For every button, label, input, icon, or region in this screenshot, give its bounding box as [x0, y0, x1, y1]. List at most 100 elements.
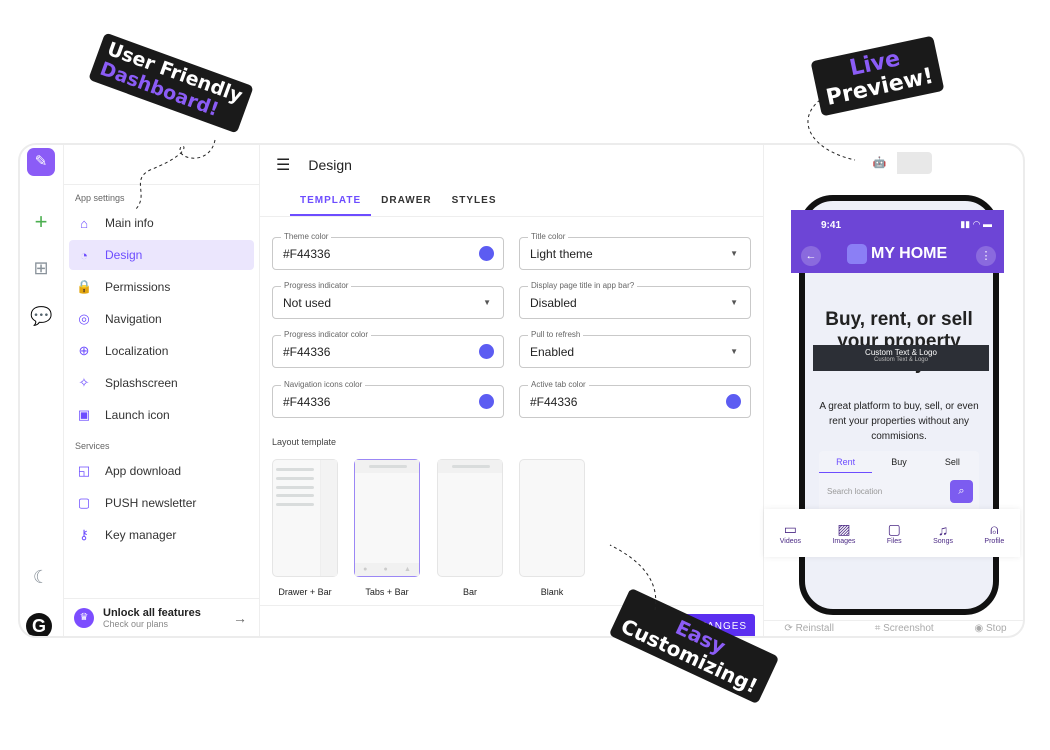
nav-profile[interactable]: ⍝ Profile [984, 521, 1004, 545]
sidebar-item-design[interactable]: ◔ Design [69, 240, 254, 270]
bottom-nav: ▭ Videos ▨ Images ▢ Files ♫ Songs ⍝ Profile [764, 509, 1020, 557]
field-label: Navigation icons color [281, 380, 366, 389]
search-card: Rent Buy Sell Search location ⌕ [819, 451, 979, 513]
nav-label: Files [886, 538, 902, 545]
tab-styles[interactable]: STYLES [442, 185, 507, 216]
video-icon: ▭ [783, 521, 797, 537]
field-label: Title color [528, 232, 569, 241]
sidebar-item-localization[interactable]: ⊕ Localization [69, 336, 254, 366]
folder-icon: ▢ [887, 521, 901, 537]
sidebar-item-app-download[interactable]: ◱ App download [69, 456, 254, 486]
app-title: MY HOME [847, 244, 947, 264]
dropdown-arrow-icon: ▼ [730, 249, 738, 258]
display-title-select[interactable]: Display page title in app bar? Disabled ▼ [519, 281, 751, 319]
menu-icon[interactable]: ☰ [276, 155, 290, 175]
sidebar-item-permissions[interactable]: 🔒 Permissions [69, 272, 254, 302]
apps-grid-icon[interactable]: ⊞ [30, 258, 52, 280]
label: Launch icon [105, 408, 170, 422]
label: Splashscreen [105, 376, 178, 390]
color-swatch[interactable] [479, 394, 494, 409]
color-swatch[interactable] [726, 394, 741, 409]
app-logo[interactable]: ✎ [27, 148, 55, 176]
search-icon[interactable]: ⌕ [950, 480, 973, 503]
chat-icon[interactable]: 💬 [30, 306, 52, 328]
field-label: Pull to refresh [528, 330, 584, 339]
sticker-user-friendly: User Friendly Dashboard! [88, 32, 254, 134]
template-blank[interactable] [519, 459, 585, 577]
label: Localization [105, 344, 169, 358]
nav-label: Videos [779, 538, 801, 545]
more-icon[interactable]: ⋮ [976, 246, 996, 266]
android-icon[interactable]: 🤖 [862, 152, 897, 174]
dropdown-arrow-icon: ▼ [730, 298, 738, 307]
tab-rent[interactable]: Rent [819, 451, 873, 473]
os-toggle: 🤖 [862, 152, 932, 174]
template-bar[interactable] [437, 459, 503, 577]
label: Key manager [105, 528, 177, 542]
field-label: Display page title in app bar? [528, 281, 638, 290]
image-icon: ▨ [837, 521, 851, 537]
sticker-live-preview: Live Preview! [810, 35, 945, 117]
lock-icon: 🔒 [76, 279, 93, 294]
nav-images[interactable]: ▨ Images [832, 521, 855, 545]
field-value: Light theme [530, 246, 593, 261]
progress-color-field[interactable]: Progress indicator color #F44336 [272, 330, 504, 368]
label: PUSH newsletter [105, 496, 197, 510]
action-label: Reinstall [795, 623, 834, 634]
sidebar-item-main-info[interactable]: ⌂ Main info [69, 208, 254, 238]
nav-files[interactable]: ▢ Files [887, 521, 902, 545]
title-color-select[interactable]: Title color Light theme ▼ [519, 232, 751, 270]
arrow-right-icon: → [233, 609, 247, 626]
palette-icon: ◔ [80, 247, 88, 263]
nav-icons-color-field[interactable]: Navigation icons color #F44336 [272, 380, 504, 418]
nav-label: Profile [984, 538, 1005, 545]
field-label: Active tab color [528, 380, 589, 389]
label: Permissions [105, 280, 171, 294]
section-label: Services [75, 441, 110, 451]
key-icon: ⚷ [79, 527, 89, 542]
moon-icon[interactable]: ☾ [30, 567, 52, 589]
color-swatch[interactable] [479, 246, 494, 261]
nav-videos[interactable]: ▭ Videos [780, 521, 801, 545]
body-text: A great platform to buy, sell, or even r… [819, 401, 979, 442]
tab-sell[interactable]: Sell [926, 451, 979, 473]
apple-icon[interactable] [897, 152, 932, 174]
label: Navigation [105, 312, 162, 326]
tab-buy[interactable]: Buy [872, 451, 925, 473]
page-title: Design [308, 157, 352, 173]
screenshot-button[interactable]: ⌗ Screenshot [875, 623, 934, 634]
field-value: #F44336 [283, 344, 331, 359]
label: Design [105, 248, 143, 262]
layout-template-label: Layout template [272, 437, 337, 447]
search-input[interactable]: Search location [827, 487, 882, 496]
stop-button[interactable]: ◉ Stop [975, 623, 1007, 634]
unlock-subtitle: Check our plans [103, 618, 169, 629]
status-time: 9:41 [821, 220, 842, 231]
g-logo[interactable]: G [26, 613, 52, 636]
pull-to-refresh-select[interactable]: Pull to refresh Enabled ▼ [519, 330, 751, 368]
plus-icon[interactable]: + [30, 209, 52, 234]
app-bar: 9:41 ▮▮ ◠ ▬ ← MY HOME ⋮ [791, 210, 1004, 273]
sidebar-item-navigation[interactable]: ◎ Navigation [69, 304, 254, 334]
color-swatch[interactable] [479, 344, 494, 359]
reinstall-button[interactable]: ⟳ Reinstall [784, 623, 834, 634]
tab-template[interactable]: TEMPLATE [290, 185, 372, 216]
template-name: Tabs + Bar [365, 587, 409, 597]
template-tabs-bar[interactable]: ● ● ▲ [354, 459, 420, 577]
home-icon: ⌂ [80, 215, 88, 231]
unlock-features[interactable]: ♛ Unlock all features Check our plans → [64, 598, 259, 636]
template-drawer-bar[interactable] [272, 459, 338, 577]
back-icon[interactable]: ← [801, 246, 821, 266]
tab-drawer[interactable]: DRAWER [371, 185, 441, 216]
sidebar-item-splashscreen[interactable]: ✧ Splashscreen [69, 368, 254, 398]
progress-indicator-select[interactable]: Progress indicator Not used ▼ [272, 281, 504, 319]
active-tab-color-field[interactable]: Active tab color #F44336 [519, 380, 751, 418]
nav-songs[interactable]: ♫ Songs [933, 522, 953, 545]
download-icon: ◱ [77, 463, 91, 478]
label: App download [105, 464, 182, 478]
sidebar-item-key-manager[interactable]: ⚷ Key manager [69, 520, 254, 550]
theme-color-field[interactable]: Theme color #F44336 [272, 232, 504, 270]
sidebar-item-push[interactable]: ▢ PUSH newsletter [69, 488, 254, 518]
sidebar-item-launch-icon[interactable]: ▣ Launch icon [69, 400, 254, 430]
nav-label: Images [832, 538, 856, 545]
